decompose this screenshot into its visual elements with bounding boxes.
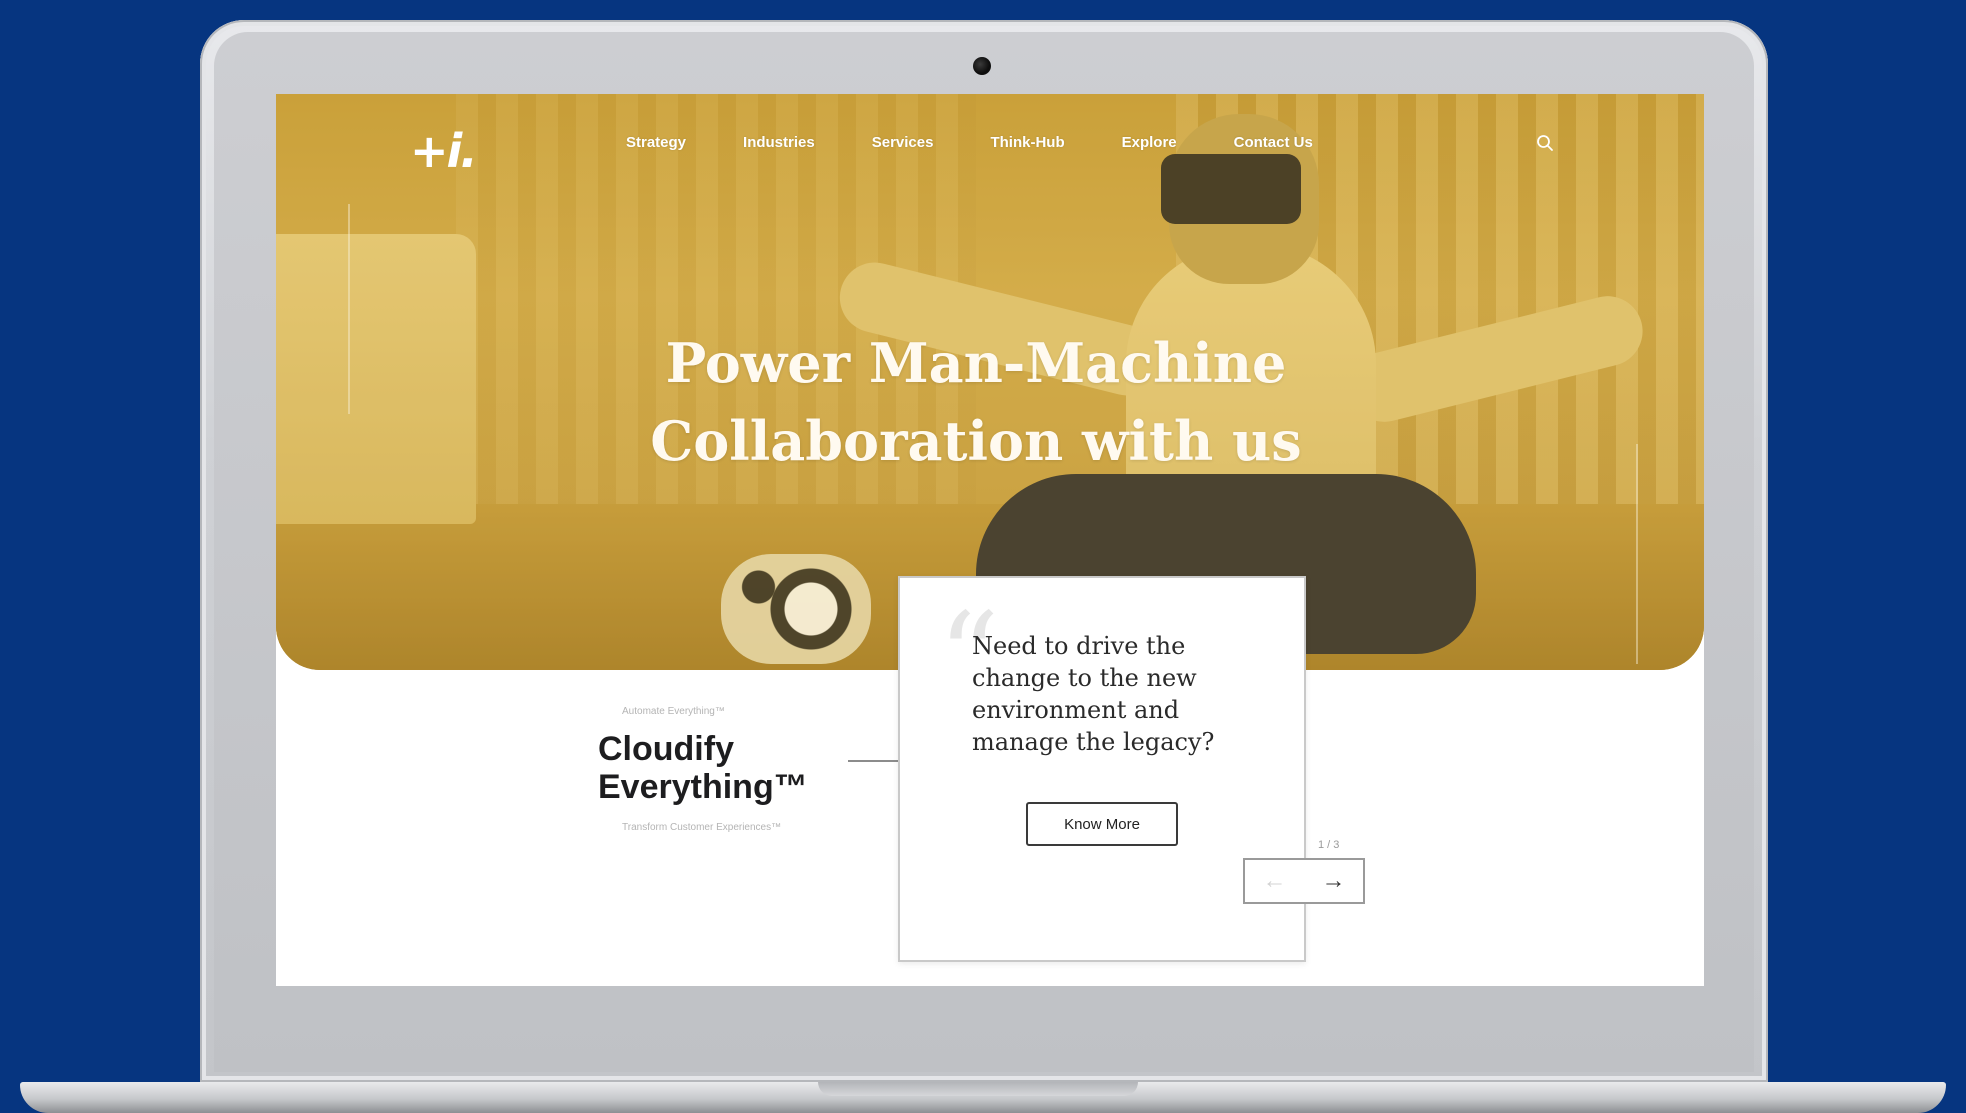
camera-icon [973,57,991,75]
nav-item-strategy[interactable]: Strategy [626,134,686,151]
website-screen: +i. Strategy Industries Services Think-H… [276,94,1704,986]
main-nav: Strategy Industries Services Think-Hub E… [626,134,1370,151]
nav-item-think-hub[interactable]: Think-Hub [990,134,1064,151]
laptop-base-notch [818,1082,1138,1096]
nav-item-industries[interactable]: Industries [743,134,815,151]
know-more-button[interactable]: Know More [1026,802,1178,846]
nav-item-explore[interactable]: Explore [1122,134,1177,151]
tagline-top: Automate Everything™ [622,706,725,717]
hero-title: Power Man-Machine Collaboration with us [650,331,1302,473]
quote-text: Need to drive the change to the new envi… [972,632,1215,756]
arrow-left-icon[interactable]: ← [1245,860,1304,902]
connector-line [848,760,898,762]
carousel-pager: ← → [1243,858,1365,904]
arrow-right-icon[interactable]: → [1304,860,1363,902]
section-heading: Cloudify Everything™ [598,730,808,806]
nav-item-contact-us[interactable]: Contact Us [1234,134,1313,151]
nav-item-services[interactable]: Services [872,134,934,151]
pager-count: 1 / 3 [1318,839,1340,851]
search-icon[interactable] [1536,134,1554,152]
quote-card: “ Need to drive the change to the new en… [898,576,1306,962]
tagline-bottom: Transform Customer Experiences™ [622,822,782,833]
site-logo[interactable]: +i. [410,124,478,178]
